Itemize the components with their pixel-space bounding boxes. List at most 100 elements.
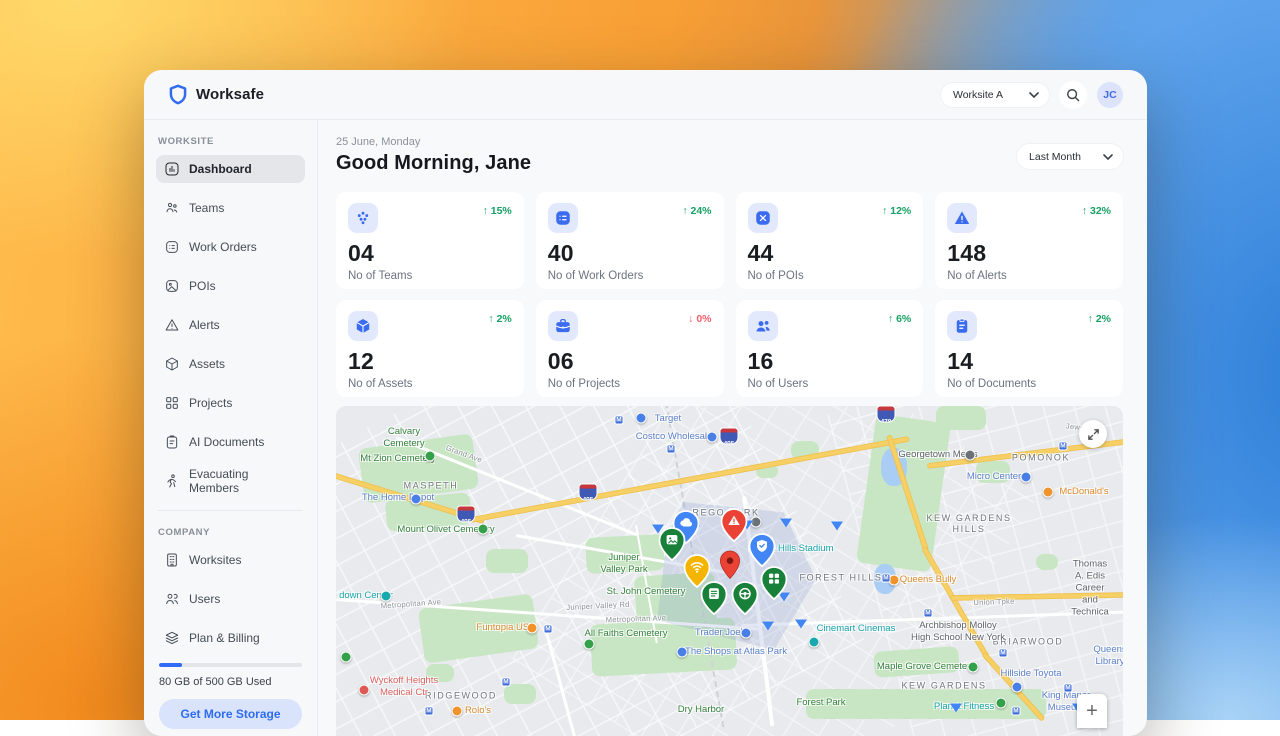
subway-station-icon: M bbox=[667, 445, 676, 454]
teams-icon bbox=[348, 203, 378, 233]
sidebar: WORKSITE Dashboard Teams Work Orders POIs Al… bbox=[144, 120, 318, 736]
map-label-target: Target bbox=[655, 413, 681, 425]
main-content: 25 June, Monday Good Morning, Jane Last … bbox=[318, 120, 1147, 736]
worksite-selector-value: Worksite A bbox=[953, 89, 1003, 101]
list-map-pin[interactable] bbox=[701, 581, 728, 620]
grid-map-pin[interactable] bbox=[761, 566, 788, 605]
evac-icon bbox=[164, 473, 180, 489]
sidebar-item-work-orders[interactable]: Work Orders bbox=[156, 233, 305, 261]
map-label-costco-wholesale: Costco Wholesale bbox=[636, 431, 713, 443]
image-map-pin[interactable] bbox=[659, 527, 686, 566]
stat-card-no-of-assets: ↑ 2% 12 No of Assets bbox=[336, 300, 524, 397]
stat-value: 16 bbox=[748, 348, 912, 375]
date-range-selector[interactable]: Last Month bbox=[1017, 144, 1123, 169]
pois-icon bbox=[164, 278, 180, 294]
member-location-triangle[interactable] bbox=[795, 620, 807, 629]
delta-badge: ↑ 6% bbox=[888, 313, 911, 325]
member-location-triangle[interactable] bbox=[950, 704, 962, 713]
app-window: Worksafe Worksite A JC WORKSITE Dashboar… bbox=[144, 70, 1147, 736]
stat-value: 40 bbox=[548, 240, 712, 267]
sidebar-divider bbox=[158, 510, 303, 511]
sidebar-section-worksite: WORKSITE bbox=[158, 136, 305, 147]
sidebar-item-label: Evacuating Members bbox=[189, 467, 297, 495]
stat-value: 04 bbox=[348, 240, 512, 267]
sidebar-item-ai-documents[interactable]: AI Documents bbox=[156, 428, 305, 456]
stat-label: No of Alerts bbox=[947, 270, 1111, 282]
map-label-pomonok: POMONOK bbox=[1012, 452, 1070, 463]
sidebar-item-worksites[interactable]: Worksites bbox=[156, 546, 305, 574]
route-shield-495: 495 bbox=[580, 485, 597, 500]
sidebar-item-label: Projects bbox=[189, 396, 232, 410]
worksite-selector[interactable]: Worksite A bbox=[941, 83, 1049, 107]
stat-label: No of Projects bbox=[548, 378, 712, 390]
park-area bbox=[504, 684, 536, 704]
billing-icon bbox=[164, 630, 180, 646]
search-button[interactable] bbox=[1059, 81, 1087, 109]
poi-marker bbox=[359, 685, 370, 696]
park-area bbox=[1036, 554, 1058, 570]
worksafe-shield-logo-icon bbox=[168, 84, 188, 106]
poi-marker bbox=[452, 706, 463, 717]
sidebar-item-dashboard[interactable]: Dashboard bbox=[156, 155, 305, 183]
member-location-triangle[interactable] bbox=[780, 519, 792, 528]
map-label-mcdonald-s: McDonald's bbox=[1059, 486, 1108, 498]
pois-icon bbox=[748, 203, 778, 233]
get-more-storage-button[interactable]: Get More Storage bbox=[159, 699, 302, 729]
alert-map-pin[interactable] bbox=[721, 508, 748, 547]
delta-badge: ↑ 2% bbox=[1088, 313, 1111, 325]
map-label-maspeth: MASPETH bbox=[404, 480, 459, 491]
worksites-icon bbox=[164, 552, 180, 568]
poi-marker bbox=[1043, 487, 1054, 498]
steering-map-pin[interactable] bbox=[732, 581, 759, 620]
poi-marker bbox=[425, 451, 436, 462]
map-label-micro-center: Micro Center bbox=[967, 471, 1021, 483]
chevron-down-icon bbox=[1029, 92, 1039, 98]
member-location-triangle[interactable] bbox=[831, 522, 843, 531]
dashboard-icon bbox=[164, 161, 180, 177]
subway-station-icon: M bbox=[924, 609, 933, 618]
date-range-value: Last Month bbox=[1029, 151, 1081, 163]
map-expand-button[interactable] bbox=[1079, 420, 1107, 448]
subway-station-icon: M bbox=[615, 416, 624, 425]
page-topbar: 25 June, Monday Good Morning, Jane Last … bbox=[336, 136, 1123, 175]
sidebar-item-evacuating-members[interactable]: Evacuating Members bbox=[156, 467, 305, 495]
delta-badge: ↑ 32% bbox=[1082, 205, 1111, 217]
documents-icon bbox=[947, 311, 977, 341]
location-map-pin[interactable] bbox=[719, 550, 741, 585]
sidebar-item-assets[interactable]: Assets bbox=[156, 350, 305, 378]
sidebar-item-alerts[interactable]: Alerts bbox=[156, 311, 305, 339]
sidebar-item-teams[interactable]: Teams bbox=[156, 194, 305, 222]
stat-cards-grid: ↑ 15% 04 No of Teams ↑ 24% 40 No of Work… bbox=[336, 192, 1123, 397]
sidebar-item-label: POIs bbox=[189, 279, 216, 293]
poi-marker bbox=[1021, 472, 1032, 483]
subway-station-icon: M bbox=[1012, 707, 1021, 716]
map-label-wyckoff-heights-medical-ctr: Wyckoff Heights Medical Ctr bbox=[370, 675, 438, 699]
desktop-wallpaper: Worksafe Worksite A JC WORKSITE Dashboar… bbox=[0, 0, 1280, 720]
map-label-forest-hills: FOREST HILLS bbox=[799, 572, 882, 583]
assets-icon bbox=[348, 311, 378, 341]
storage-widget: 80 GB of 500 GB Used Get More Storage bbox=[156, 663, 305, 729]
stat-label: No of POIs bbox=[748, 270, 912, 282]
worksite-map[interactable]: MASPETHREGO PARKFOREST HILLSPOMONOKKEW G… bbox=[336, 406, 1123, 736]
users-icon bbox=[164, 591, 180, 607]
sidebar-item-label: Users bbox=[189, 592, 220, 606]
map-label-forest-park: Forest Park bbox=[796, 697, 845, 709]
sidebar-item-users[interactable]: Users bbox=[156, 585, 305, 613]
delta-badge: ↑ 24% bbox=[682, 205, 711, 217]
park-area bbox=[936, 406, 986, 430]
map-label-st-john-cemetery: St. John Cemetery bbox=[607, 586, 686, 598]
projects-icon bbox=[548, 311, 578, 341]
chevron-down-icon bbox=[1103, 154, 1113, 160]
sidebar-item-plan-billing[interactable]: Plan & Billing bbox=[156, 624, 305, 652]
poi-marker bbox=[636, 413, 647, 424]
user-avatar[interactable]: JC bbox=[1097, 82, 1123, 108]
sidebar-item-projects[interactable]: Projects bbox=[156, 389, 305, 417]
map-zoom-in-button[interactable]: + bbox=[1077, 694, 1107, 728]
member-location-triangle[interactable] bbox=[762, 622, 774, 631]
expand-icon bbox=[1087, 428, 1100, 441]
map-label-planet-fitness: Planet Fitness bbox=[934, 701, 994, 713]
sidebar-item-pois[interactable]: POIs bbox=[156, 272, 305, 300]
stat-card-no-of-users: ↑ 6% 16 No of Users bbox=[736, 300, 924, 397]
map-label-calvary-cemetery: Calvary Cemetery bbox=[383, 426, 424, 450]
current-date: 25 June, Monday bbox=[336, 136, 531, 148]
